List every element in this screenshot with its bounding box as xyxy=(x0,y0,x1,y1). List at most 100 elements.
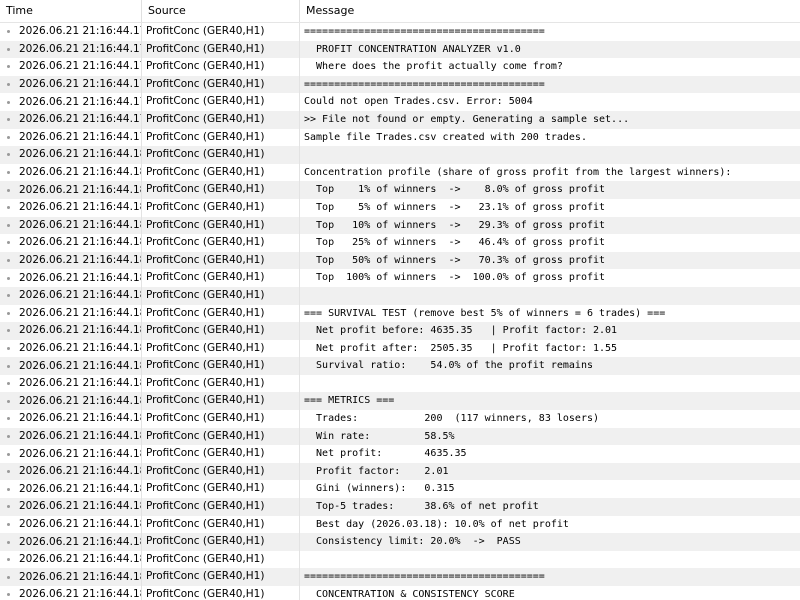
log-time-text: 2026.06.21 21:16:44.181 xyxy=(19,412,142,425)
log-row[interactable]: 2026.06.21 21:16:44.181 ProfitConc (GER40… xyxy=(0,286,800,305)
log-row[interactable]: 2026.06.21 21:16:44.181 ProfitConc (GER40… xyxy=(0,480,800,499)
log-source-cell: ProfitConc (GER40,H1) xyxy=(142,533,300,551)
log-time-text: 2026.06.21 21:16:44.171 xyxy=(19,130,142,143)
log-source-cell: ProfitConc (GER40,H1) xyxy=(142,216,300,235)
log-row[interactable]: 2026.06.21 21:16:44.170 ProfitConc (GER40… xyxy=(0,40,800,59)
log-row[interactable]: 2026.06.21 21:16:44.181 ProfitConc (GER40… xyxy=(0,234,800,252)
log-row[interactable]: 2026.06.21 21:16:44.181 ProfitConc (GER40… xyxy=(0,339,800,358)
log-time-text: 2026.06.21 21:16:44.181 xyxy=(19,218,142,231)
log-message-cell: Net profit before: 4635.35 | Profit fact… xyxy=(300,322,800,340)
column-header-time[interactable]: Time xyxy=(0,0,142,22)
log-row[interactable]: 2026.06.21 21:16:44.181 ProfitConc (GER40… xyxy=(0,550,800,569)
log-row[interactable]: 2026.06.21 21:16:44.181 ProfitConc (GER40… xyxy=(0,163,800,182)
log-row[interactable]: 2026.06.21 21:16:44.181 ProfitConc (GER40… xyxy=(0,374,800,393)
log-row[interactable]: 2026.06.21 21:16:44.181 ProfitConc (GER40… xyxy=(0,568,800,586)
log-time-cell: 2026.06.21 21:16:44.170 xyxy=(0,110,142,129)
log-entry-dot-icon xyxy=(7,593,10,597)
log-time-cell: 2026.06.21 21:16:44.181 xyxy=(0,181,142,199)
log-time-cell: 2026.06.21 21:16:44.170 xyxy=(0,75,142,94)
log-row[interactable]: 2026.06.21 21:16:44.181 ProfitConc (GER40… xyxy=(0,322,800,340)
log-row[interactable]: 2026.06.21 21:16:44.181 ProfitConc (GER40… xyxy=(0,304,800,323)
log-message-cell: === SURVIVAL TEST (remove best 5% of win… xyxy=(300,304,800,323)
log-row[interactable]: 2026.06.21 21:16:44.170 ProfitConc (GER40… xyxy=(0,23,800,41)
log-time-text: 2026.06.21 21:16:44.181 xyxy=(19,500,142,513)
log-source-cell: ProfitConc (GER40,H1) xyxy=(142,374,300,393)
log-row[interactable]: 2026.06.21 21:16:44.181 ProfitConc (GER40… xyxy=(0,586,800,600)
log-time-cell: 2026.06.21 21:16:44.181 xyxy=(0,427,142,446)
log-message-cell: Where does the profit actually come from… xyxy=(300,58,800,76)
log-row[interactable]: 2026.06.21 21:16:44.181 ProfitConc (GER40… xyxy=(0,533,800,551)
log-message-cell: Could not open Trades.csv. Error: 5004 xyxy=(300,93,800,111)
log-row[interactable]: 2026.06.21 21:16:44.181 ProfitConc (GER40… xyxy=(0,515,800,534)
log-time-cell: 2026.06.21 21:16:44.181 xyxy=(0,550,142,569)
log-source-cell: ProfitConc (GER40,H1) xyxy=(142,498,300,516)
log-row[interactable]: 2026.06.21 21:16:44.170 ProfitConc (GER40… xyxy=(0,110,800,129)
log-row[interactable]: 2026.06.21 21:16:44.181 ProfitConc (GER40… xyxy=(0,392,800,411)
log-row[interactable]: 2026.06.21 21:16:44.181 ProfitConc (GER40… xyxy=(0,498,800,516)
log-entry-dot-icon xyxy=(7,364,10,368)
log-source-cell: ProfitConc (GER40,H1) xyxy=(142,515,300,534)
column-header-source[interactable]: Source xyxy=(142,0,300,22)
log-entry-dot-icon xyxy=(7,329,10,333)
log-time-text: 2026.06.21 21:16:44.181 xyxy=(19,236,142,249)
log-source-cell: ProfitConc (GER40,H1) xyxy=(142,286,300,305)
log-row[interactable]: 2026.06.21 21:16:44.181 ProfitConc (GER40… xyxy=(0,198,800,217)
log-time-text: 2026.06.21 21:16:44.181 xyxy=(19,341,142,354)
log-message-cell: Sample file Trades.csv created with 200 … xyxy=(300,128,800,147)
log-source-cell: ProfitConc (GER40,H1) xyxy=(142,128,300,147)
log-time-text: 2026.06.21 21:16:44.181 xyxy=(19,254,142,267)
log-time-cell: 2026.06.21 21:16:44.181 xyxy=(0,216,142,235)
log-row[interactable]: 2026.06.21 21:16:44.181 ProfitConc (GER40… xyxy=(0,251,800,270)
log-entry-dot-icon xyxy=(7,259,10,263)
log-row[interactable]: 2026.06.21 21:16:44.181 ProfitConc (GER40… xyxy=(0,146,800,164)
log-message-cell: Top-5 trades: 38.6% of net profit xyxy=(300,498,800,516)
log-time-text: 2026.06.21 21:16:44.170 xyxy=(19,25,142,38)
log-row[interactable]: 2026.06.21 21:16:44.170 ProfitConc (GER40… xyxy=(0,75,800,94)
log-message-cell: >> File not found or empty. Generating a… xyxy=(300,110,800,129)
log-time-text: 2026.06.21 21:16:44.181 xyxy=(19,517,142,530)
log-row[interactable]: 2026.06.21 21:16:44.171 ProfitConc (GER40… xyxy=(0,128,800,147)
log-row[interactable]: 2026.06.21 21:16:44.181 ProfitConc (GER40… xyxy=(0,427,800,446)
log-message-cell: Top 5% of winners -> 23.1% of gross prof… xyxy=(300,198,800,217)
log-row[interactable]: 2026.06.21 21:16:44.181 ProfitConc (GER40… xyxy=(0,410,800,428)
log-entry-dot-icon xyxy=(7,135,10,139)
log-row[interactable]: 2026.06.21 21:16:44.181 ProfitConc (GER40… xyxy=(0,445,800,463)
log-source-cell: ProfitConc (GER40,H1) xyxy=(142,110,300,129)
log-message-cell: Trades: 200 (117 winners, 83 losers) xyxy=(300,410,800,428)
log-time-cell: 2026.06.21 21:16:44.181 xyxy=(0,357,142,375)
log-source-cell: ProfitConc (GER40,H1) xyxy=(142,568,300,586)
log-row[interactable]: 2026.06.21 21:16:44.170 ProfitConc (GER40… xyxy=(0,93,800,111)
log-time-text: 2026.06.21 21:16:44.181 xyxy=(19,306,142,319)
log-entry-dot-icon xyxy=(7,382,10,386)
log-message-cell xyxy=(300,374,800,393)
log-entry-dot-icon xyxy=(7,30,10,34)
log-source-cell: ProfitConc (GER40,H1) xyxy=(142,339,300,358)
log-source-cell: ProfitConc (GER40,H1) xyxy=(142,586,300,600)
log-entry-dot-icon xyxy=(7,558,10,562)
log-row[interactable]: 2026.06.21 21:16:44.181 ProfitConc (GER40… xyxy=(0,216,800,235)
log-message-cell: CONCENTRATION & CONSISTENCY SCORE xyxy=(300,586,800,600)
log-row[interactable]: 2026.06.21 21:16:44.181 ProfitConc (GER40… xyxy=(0,269,800,287)
log-source-cell: ProfitConc (GER40,H1) xyxy=(142,146,300,164)
log-time-text: 2026.06.21 21:16:44.170 xyxy=(19,60,142,73)
log-message-cell: Profit factor: 2.01 xyxy=(300,462,800,481)
log-row[interactable]: 2026.06.21 21:16:44.181 ProfitConc (GER40… xyxy=(0,357,800,375)
log-entry-dot-icon xyxy=(7,241,10,245)
log-row[interactable]: 2026.06.21 21:16:44.181 ProfitConc (GER40… xyxy=(0,181,800,199)
log-source-cell: ProfitConc (GER40,H1) xyxy=(142,480,300,499)
log-message-cell: ======================================== xyxy=(300,23,800,41)
log-time-cell: 2026.06.21 21:16:44.181 xyxy=(0,339,142,358)
log-time-cell: 2026.06.21 21:16:44.181 xyxy=(0,286,142,305)
log-time-text: 2026.06.21 21:16:44.181 xyxy=(19,535,142,548)
log-entry-dot-icon xyxy=(7,83,10,87)
log-time-cell: 2026.06.21 21:16:44.181 xyxy=(0,462,142,481)
log-row[interactable]: 2026.06.21 21:16:44.181 ProfitConc (GER40… xyxy=(0,462,800,481)
log-message-cell xyxy=(300,550,800,569)
log-time-text: 2026.06.21 21:16:44.170 xyxy=(19,78,142,91)
log-message-cell xyxy=(300,286,800,305)
log-time-cell: 2026.06.21 21:16:44.181 xyxy=(0,234,142,252)
log-source-cell: ProfitConc (GER40,H1) xyxy=(142,198,300,217)
log-row[interactable]: 2026.06.21 21:16:44.170 ProfitConc (GER40… xyxy=(0,58,800,76)
journal-log-panel: Time Source Message 2026.06.21 21:16:44.… xyxy=(0,0,800,600)
column-header-message[interactable]: Message xyxy=(300,0,800,22)
